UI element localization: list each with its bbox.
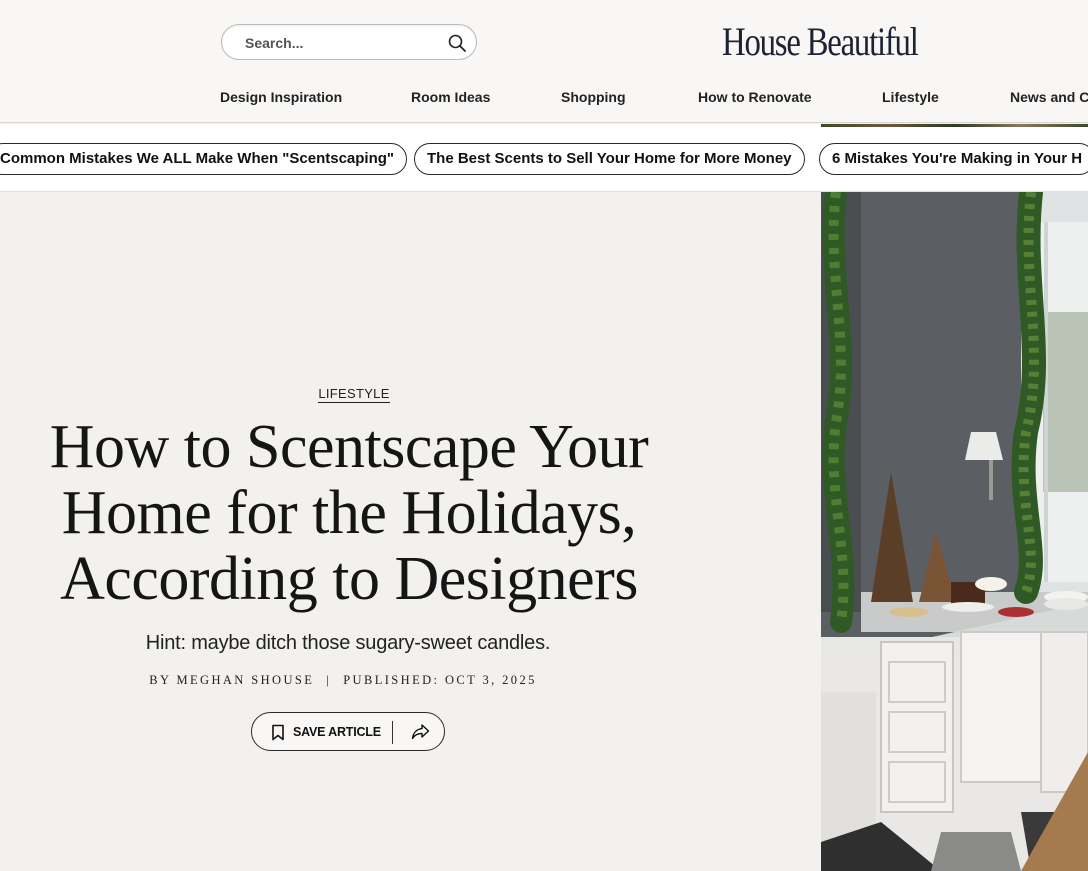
article-category: LIFESTYLE bbox=[0, 385, 708, 403]
article-dek: Hint: maybe ditch those sugary-sweet can… bbox=[145, 632, 551, 654]
related-articles-strip: Common Mistakes We ALL Make When "Scents… bbox=[0, 124, 1088, 192]
nav-item-room-ideas[interactable]: Room Ideas bbox=[411, 89, 490, 105]
hero-image-top-edge bbox=[821, 124, 1088, 127]
publish-date: Published: Oct 3, 2025 bbox=[343, 673, 537, 687]
main-nav: Design Inspiration Room Ideas Shopping H… bbox=[0, 89, 1088, 109]
site-header: Search... House Beautiful Design Inspira… bbox=[0, 0, 1088, 123]
byline-separator: | bbox=[326, 673, 332, 687]
nav-item-design-inspiration[interactable]: Design Inspiration bbox=[220, 89, 342, 105]
search-icon[interactable] bbox=[448, 34, 466, 52]
bookmark-icon[interactable] bbox=[271, 724, 285, 741]
author-name[interactable]: By Meghan Shouse bbox=[149, 673, 314, 687]
search-input[interactable]: Search... bbox=[221, 24, 477, 60]
related-pill[interactable]: 6 Mistakes You're Making in Your H bbox=[819, 143, 1088, 175]
article-byline: By Meghan Shouse | Published: Oct 3, 2025 bbox=[0, 673, 686, 688]
search-placeholder[interactable]: Search... bbox=[245, 35, 303, 51]
category-link[interactable]: LIFESTYLE bbox=[318, 386, 390, 403]
article-title: How to Scentscape Your Home for the Holi… bbox=[0, 414, 698, 612]
related-pill[interactable]: Common Mistakes We ALL Make When "Scents… bbox=[0, 143, 408, 175]
share-icon[interactable] bbox=[411, 723, 430, 740]
article-hero: LIFESTYLE How to Scentscape Your Home fo… bbox=[0, 192, 821, 871]
nav-item-shopping[interactable]: Shopping bbox=[561, 89, 626, 105]
kitchen-photo bbox=[821, 192, 1088, 871]
hero-image bbox=[821, 192, 1088, 871]
divider bbox=[392, 721, 393, 744]
nav-item-lifestyle[interactable]: Lifestyle bbox=[882, 89, 939, 105]
title-line: How to Scentscape Your bbox=[49, 413, 649, 481]
save-article-button[interactable]: SAVE ARTICLE bbox=[293, 725, 381, 739]
nav-item-news-and-celebrity[interactable]: News and Ce bbox=[1010, 89, 1088, 105]
title-line: According to Designers bbox=[60, 545, 638, 613]
title-line: Home for the Holidays, bbox=[61, 479, 637, 547]
site-logo[interactable]: House Beautiful bbox=[722, 18, 919, 66]
nav-item-how-to-renovate[interactable]: How to Renovate bbox=[698, 89, 812, 105]
save-share-bar: SAVE ARTICLE bbox=[251, 712, 445, 751]
related-pill[interactable]: The Best Scents to Sell Your Home for Mo… bbox=[414, 143, 805, 175]
